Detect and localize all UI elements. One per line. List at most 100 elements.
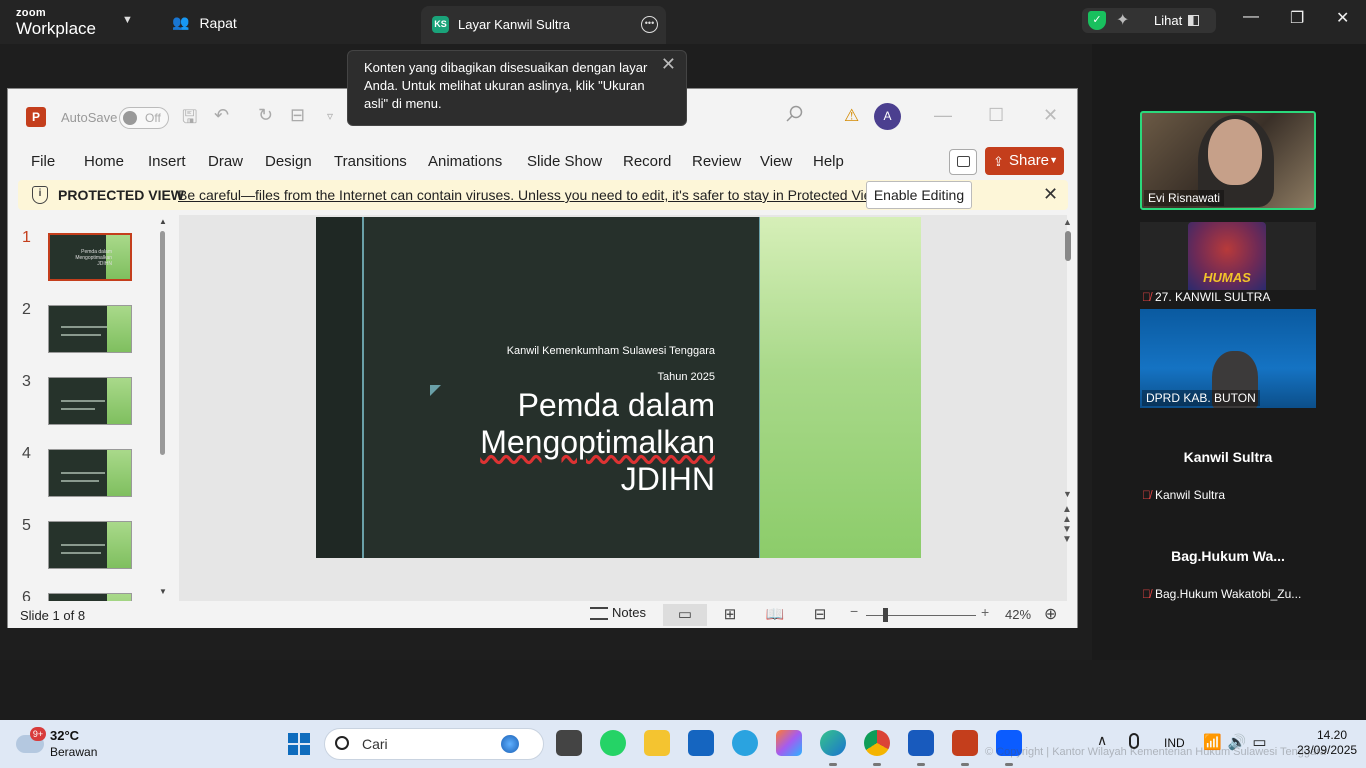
- tab-transitions[interactable]: Transitions: [334, 153, 407, 170]
- tab-insert[interactable]: Insert: [148, 153, 186, 170]
- meeting-button[interactable]: 👥 Rapat: [172, 14, 237, 31]
- encryption-shield-icon[interactable]: ✓: [1088, 11, 1106, 30]
- share-screen-tab[interactable]: KS Layar Kanwil Sultra •••: [421, 6, 666, 44]
- tab-slide-show[interactable]: Slide Show: [527, 153, 602, 170]
- redo-icon[interactable]: ↻: [258, 105, 273, 126]
- ppt-close-icon[interactable]: ✕: [1043, 105, 1058, 126]
- slide-thumbnail-5[interactable]: [48, 521, 132, 569]
- scroll-up-icon[interactable]: ▲: [1063, 217, 1072, 227]
- thumb-number: 3: [22, 373, 31, 390]
- normal-view-icon[interactable]: ▭: [663, 604, 707, 626]
- scroll-up-icon[interactable]: ▲: [159, 217, 167, 226]
- current-slide[interactable]: Kanwil Kemenkumham Sulawesi Tenggara Tah…: [316, 217, 921, 558]
- prev-next-slide-icon[interactable]: ▲ ▲ ▼ ▼: [1062, 505, 1072, 545]
- tab-record[interactable]: Record: [623, 153, 671, 170]
- edge-icon[interactable]: [820, 730, 846, 766]
- zoom-slider-knob[interactable]: [883, 608, 888, 622]
- mic-muted-icon: 🎙̸: [1142, 290, 1151, 304]
- slide-thumbnail-3[interactable]: [48, 377, 132, 425]
- slide-thumbnail-2[interactable]: [48, 305, 132, 353]
- ai-companion-icon[interactable]: ✦: [1116, 10, 1129, 30]
- search-icon[interactable]: [786, 105, 804, 123]
- zoom-in-icon[interactable]: +: [981, 604, 989, 620]
- system-clock[interactable]: 14.20 23/09/2025: [1297, 728, 1357, 758]
- scroll-down-icon[interactable]: ▼: [159, 587, 167, 596]
- reading-view-icon[interactable]: 📖: [753, 604, 797, 626]
- enable-editing-button[interactable]: Enable Editing: [866, 181, 972, 209]
- thumb-number: 6: [22, 589, 31, 601]
- thumbnail-scrollbar[interactable]: ▲ ▼: [159, 217, 167, 597]
- more-options-icon[interactable]: •••: [641, 16, 658, 33]
- toggle-knob: [123, 111, 137, 125]
- microsoft-store-icon[interactable]: [688, 730, 714, 756]
- notes-button[interactable]: Notes: [590, 605, 646, 621]
- view-layout-icon[interactable]: [1188, 15, 1199, 26]
- slide-thumbnail-4[interactable]: [48, 449, 132, 497]
- ppt-minimize-icon[interactable]: —: [934, 105, 952, 126]
- video-tile[interactable]: DPRD KAB. BUTON: [1140, 309, 1316, 408]
- close-icon[interactable]: ✕: [661, 55, 676, 73]
- network-volume-battery-icon[interactable]: 📶🔊▭: [1203, 733, 1273, 751]
- close-icon[interactable]: ✕: [1336, 8, 1349, 28]
- whatsapp-icon[interactable]: [600, 730, 626, 756]
- minimize-icon[interactable]: —: [1243, 8, 1259, 26]
- file-explorer-icon[interactable]: [644, 730, 670, 756]
- copilot-icon[interactable]: [776, 730, 802, 756]
- video-tile[interactable]: Evi Risnawati: [1140, 111, 1316, 210]
- slide-thumbnails: 1 Pemda dalam Mengoptimalkan JDIHN 2 3 4…: [8, 215, 178, 601]
- slide-scrollbar[interactable]: ▲ ▼ ▲ ▲ ▼ ▼: [1062, 217, 1074, 547]
- view-button-label[interactable]: Lihat: [1154, 13, 1182, 28]
- fit-to-window-icon[interactable]: ⊕: [1044, 604, 1057, 624]
- search-placeholder: Cari: [362, 736, 388, 752]
- language-indicator[interactable]: IND: [1164, 736, 1185, 750]
- zoom-percentage[interactable]: 42%: [1005, 607, 1031, 622]
- zoom-workplace-logo: zoom Workplace: [16, 8, 96, 38]
- tab-help[interactable]: Help: [813, 153, 844, 170]
- undo-icon[interactable]: ↶: [214, 105, 229, 126]
- warning-icon[interactable]: ⚠: [844, 106, 859, 126]
- avatar[interactable]: A: [874, 103, 901, 130]
- tab-view[interactable]: View: [760, 153, 792, 170]
- powerpoint-icon[interactable]: [952, 730, 978, 766]
- task-view-icon[interactable]: [556, 730, 582, 756]
- tab-design[interactable]: Design: [265, 153, 312, 170]
- present-icon[interactable]: ⊟: [290, 105, 305, 126]
- show-hidden-icons-icon[interactable]: ∧: [1097, 732, 1107, 749]
- slide-show-icon[interactable]: ⊟: [798, 604, 842, 626]
- tab-review[interactable]: Review: [692, 153, 741, 170]
- slide-sorter-icon[interactable]: ⊞: [708, 604, 752, 626]
- protected-view-message[interactable]: Be careful—files from the Internet can c…: [178, 187, 885, 203]
- autosave-toggle[interactable]: Off: [119, 107, 169, 129]
- slide-organization[interactable]: Kanwil Kemenkumham Sulawesi Tenggara: [507, 345, 715, 357]
- slide-title[interactable]: Pemda dalam Mengoptimalkan JDIHN: [415, 387, 715, 498]
- chevron-down-icon[interactable]: ▼: [122, 14, 133, 26]
- microphone-icon[interactable]: [1129, 733, 1139, 749]
- participant-name: DPRD KAB. BUTON: [1142, 390, 1260, 406]
- share-button[interactable]: ⇪ Share ▼: [985, 147, 1064, 175]
- slide-thumbnail-6[interactable]: [48, 593, 132, 601]
- scroll-thumb[interactable]: [160, 231, 165, 455]
- slide-thumbnail-1[interactable]: Pemda dalam Mengoptimalkan JDIHN: [46, 231, 134, 283]
- scroll-thumb[interactable]: [1065, 231, 1071, 261]
- chrome-icon[interactable]: [864, 730, 890, 766]
- powerpoint-window: P AutoSave Off 🖫 ↶ ↻ ⊟ ▿ ⚠ A — ☐ ✕ File …: [7, 88, 1078, 628]
- tab-draw[interactable]: Draw: [208, 153, 243, 170]
- tab-home[interactable]: Home: [84, 153, 124, 170]
- zoom-out-icon[interactable]: −: [850, 603, 858, 619]
- word-icon[interactable]: [908, 730, 934, 766]
- thumb-green-panel: [107, 594, 131, 601]
- tab-file[interactable]: File: [31, 153, 55, 170]
- customize-toolbar-icon[interactable]: ▿: [327, 109, 333, 123]
- video-tile[interactable]: HUMAS: [1140, 222, 1316, 290]
- windows-start-icon[interactable]: [288, 733, 310, 755]
- taskbar-search[interactable]: Cari: [324, 728, 544, 760]
- slide-year[interactable]: Tahun 2025: [658, 371, 716, 383]
- close-icon[interactable]: ✕: [1043, 184, 1058, 205]
- restore-icon[interactable]: ❐: [1290, 8, 1304, 28]
- save-icon[interactable]: 🖫: [182, 105, 197, 135]
- telegram-icon[interactable]: [732, 730, 758, 756]
- tab-animations[interactable]: Animations: [428, 153, 502, 170]
- comments-button[interactable]: [949, 149, 977, 175]
- ppt-maximize-icon[interactable]: ☐: [988, 105, 1004, 126]
- scroll-down-icon[interactable]: ▼: [1063, 489, 1072, 499]
